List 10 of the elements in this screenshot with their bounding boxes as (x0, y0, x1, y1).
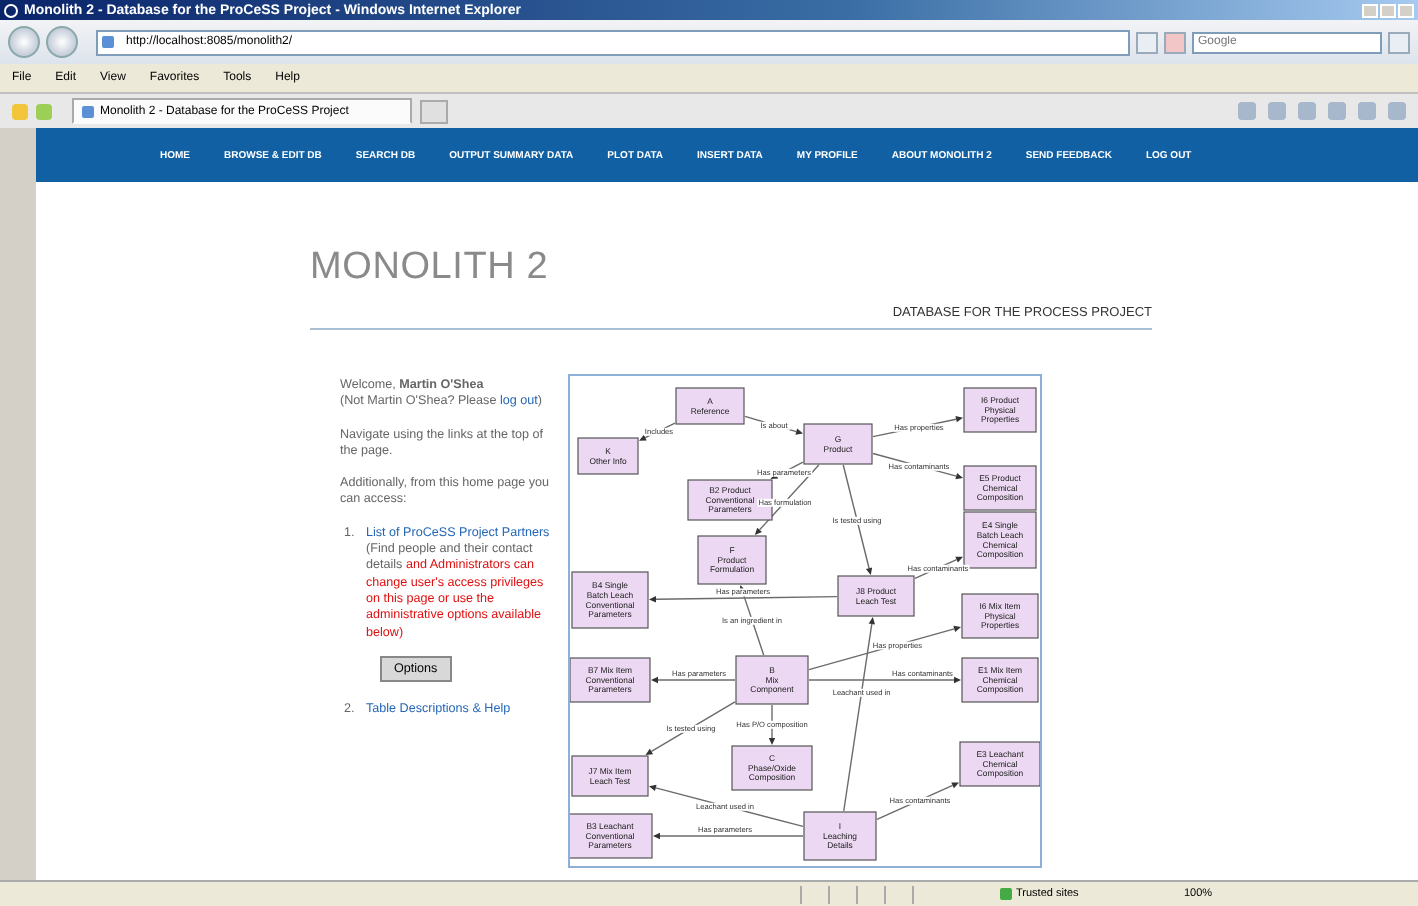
relation-arrow (651, 676, 736, 684)
maximize-button[interactable] (1380, 3, 1396, 17)
relation-arrow (639, 422, 676, 441)
close-button[interactable] (1398, 3, 1414, 17)
browser-logo-icon (4, 3, 18, 17)
site-title: MONOLITH 2 (310, 246, 551, 290)
new-tab-button[interactable] (420, 99, 448, 123)
page-icon (102, 36, 114, 48)
relation-arrow (645, 701, 736, 755)
minimize-button[interactable] (1362, 3, 1378, 17)
